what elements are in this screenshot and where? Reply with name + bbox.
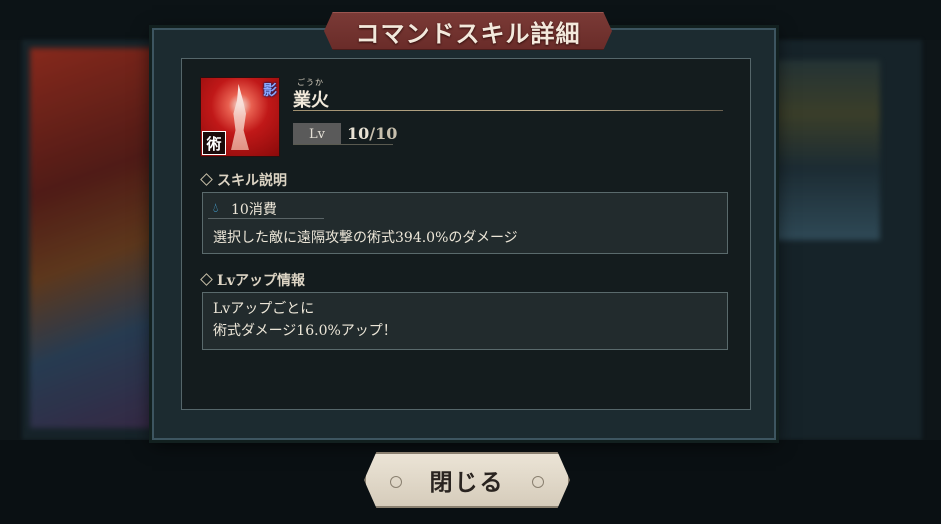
- level-max: 10: [375, 124, 398, 143]
- level-label: Lv: [293, 123, 341, 145]
- level-underline: [293, 144, 393, 145]
- skill-attribute-badge: 影: [263, 83, 277, 99]
- flame-icon: [231, 84, 249, 150]
- level-current: 10: [347, 124, 370, 143]
- background-character-art: [30, 48, 155, 428]
- diamond-icon: [200, 273, 213, 286]
- level-up-info-header: Lvアップ情報: [200, 270, 305, 290]
- level-up-info-header-label: Lvアップ情報: [217, 273, 305, 289]
- skill-icon: 影 術: [200, 77, 280, 157]
- divider: [293, 110, 723, 111]
- skill-description-box: 💧︎ 10消費 選択した敵に遠隔攻撃の術式394.0%のダメージ: [202, 192, 728, 254]
- skill-type-badge: 術: [202, 131, 226, 155]
- button-ornament-right: [532, 476, 544, 488]
- skill-name: 業火: [293, 90, 329, 111]
- button-ornament-left: [390, 476, 402, 488]
- level-up-line-2: 術式ダメージ16.0%アップ！: [213, 323, 397, 339]
- close-button-label: 閉じる: [429, 469, 505, 496]
- dialog-title: コマンドスキル詳細: [355, 18, 581, 48]
- dialog-title-banner: コマンドスキル詳細: [324, 12, 612, 50]
- drop-icon: 💧︎: [213, 201, 219, 216]
- level-up-info-box: Lvアップごとに 術式ダメージ16.0%アップ！: [202, 292, 728, 350]
- close-button[interactable]: 閉じる: [364, 452, 570, 508]
- background-side-art: [770, 60, 880, 240]
- diamond-icon: [200, 173, 213, 186]
- skill-description-header: スキル説明: [200, 170, 287, 190]
- cost-underline: [208, 218, 324, 219]
- level-up-line-1: Lvアップごとに: [213, 301, 315, 317]
- skill-description-text: 選択した敵に遠隔攻撃の術式394.0%のダメージ: [213, 230, 518, 246]
- cost-text: 10消費: [231, 202, 277, 218]
- cost-row: 💧︎ 10消費: [213, 199, 717, 219]
- level-value: 10/10: [347, 124, 397, 143]
- skill-description-header-label: スキル説明: [217, 173, 287, 189]
